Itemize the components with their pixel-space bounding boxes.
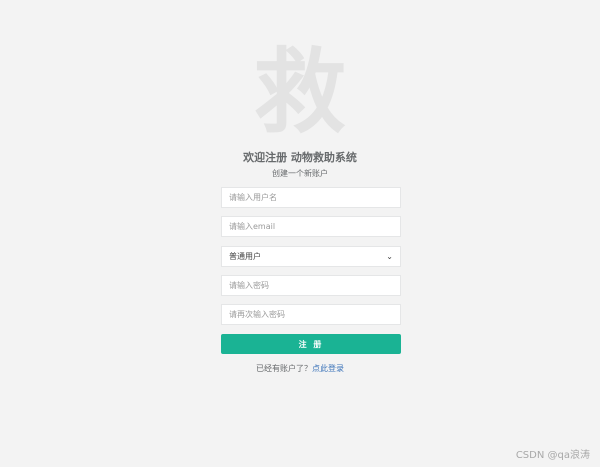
password-input[interactable] xyxy=(221,275,401,296)
logo-character: 救 xyxy=(253,39,346,146)
login-prompt-line: 已经有账户了？点此登录 xyxy=(0,363,600,374)
email-input[interactable] xyxy=(221,216,401,237)
role-select-value: 普通用户 xyxy=(229,252,261,261)
register-button[interactable]: 注 册 xyxy=(221,334,401,354)
register-page: 救 欢迎注册 动物救助系统 创建一个新账户 普通用户 ⌄ 注 册 已经有账户了？… xyxy=(0,0,600,467)
login-prompt-text: 已经有账户了？ xyxy=(256,364,312,373)
login-link[interactable]: 点此登录 xyxy=(312,364,344,373)
page-title: 欢迎注册 动物救助系统 xyxy=(243,151,357,164)
watermark-text: CSDN @qa浪涛 xyxy=(515,450,590,461)
password-confirm-input[interactable] xyxy=(221,304,401,325)
page-subtitle: 创建一个新账户 xyxy=(272,169,328,178)
username-input[interactable] xyxy=(221,187,401,208)
role-select[interactable]: 普通用户 ⌄ xyxy=(221,246,401,267)
chevron-down-icon: ⌄ xyxy=(386,252,393,261)
